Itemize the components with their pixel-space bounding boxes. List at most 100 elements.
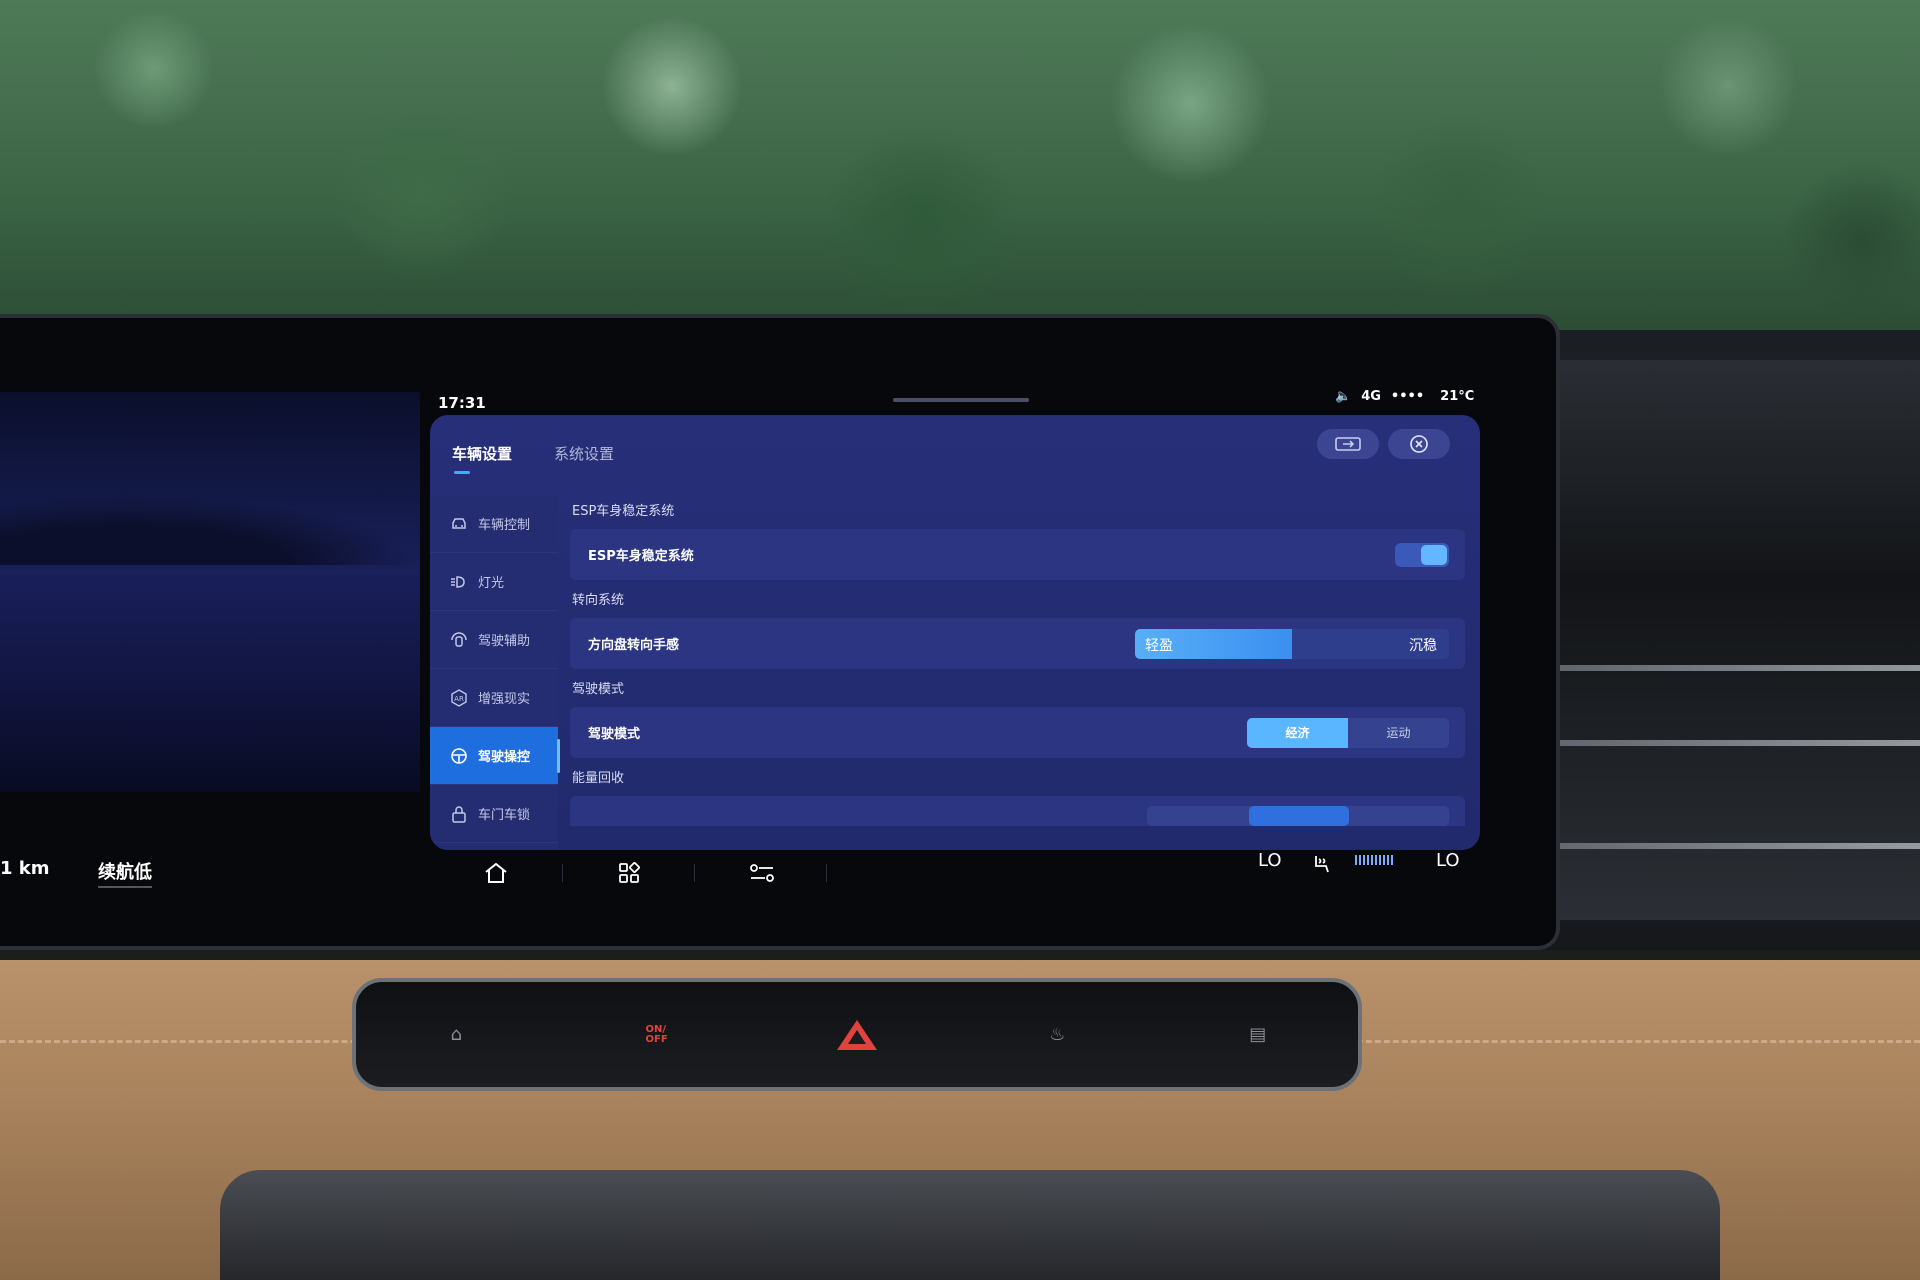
fan-bar — [1391, 855, 1393, 865]
engine-on-off-label: ON/ OFF — [645, 1023, 668, 1045]
screen-switch-button[interactable] — [1317, 429, 1379, 459]
settings-list-icon — [750, 864, 774, 882]
steering-wheel-icon — [450, 747, 468, 765]
driving-assist-icon — [450, 631, 468, 649]
status-time: 17:31 — [438, 394, 486, 412]
vent-slat — [1555, 740, 1920, 746]
tab-system-settings[interactable]: 系统设置 — [554, 443, 614, 474]
fan-bar — [1383, 855, 1385, 865]
engine-start-stop-button[interactable]: ON/ OFF — [627, 1015, 687, 1055]
sidebar-item-label: 车辆控制 — [478, 518, 531, 533]
section-title-drive-mode: 驾驶模式 — [572, 682, 625, 697]
settings-sidebar: 车辆控制 灯光 驾驶辅助 AR 增强现实 驾驶操控 车门车锁 — [430, 495, 560, 850]
energy-recovery-row — [570, 796, 1465, 826]
dock-separator — [826, 864, 827, 882]
lower-trim — [220, 1170, 1720, 1280]
fan-bar — [1367, 855, 1369, 865]
esp-row-label: ESP车身稳定系统 — [588, 549, 694, 564]
slider-right-label: 沉稳 — [1409, 637, 1437, 654]
toggle-knob — [1421, 544, 1447, 565]
lock-icon — [450, 805, 468, 823]
sidebar-item-doors-locks[interactable]: 车门车锁 — [430, 785, 558, 843]
network-type: 4G — [1361, 389, 1381, 404]
hazard-button[interactable] — [827, 1015, 887, 1055]
ar-icon: AR — [450, 688, 468, 707]
hazard-icon — [836, 1019, 877, 1050]
sidebar-item-label: 驾驶辅助 — [478, 634, 531, 649]
drive-mode-option-eco[interactable]: 经济 — [1247, 717, 1348, 748]
energy-selector-active — [1249, 806, 1349, 826]
drive-mode-row: 驾驶模式 经济 运动 — [570, 707, 1465, 758]
instrument-cluster — [0, 392, 420, 792]
settings-tabs: 车辆设置 系统设置 — [452, 443, 614, 474]
sidebar-item-augmented-reality[interactable]: AR 增强现实 — [430, 669, 558, 727]
hood-button[interactable]: ⌂ — [426, 1015, 486, 1055]
rear-defrost-button[interactable]: ▤ — [1228, 1015, 1288, 1055]
cluster-landscape — [0, 495, 420, 565]
svg-text:AR: AR — [454, 695, 464, 703]
sidebar-item-lights[interactable]: 灯光 — [430, 553, 558, 611]
slider-left-label: 轻盈 — [1145, 637, 1173, 654]
range-status: 续航低 — [98, 858, 152, 888]
close-button[interactable] — [1388, 429, 1450, 459]
section-title-energy: 能量回收 — [572, 771, 625, 786]
fan-bar — [1375, 855, 1377, 865]
screen-switch-icon — [1335, 437, 1361, 451]
apps-icon — [619, 862, 640, 883]
sidebar-item-driving-control[interactable]: 驾驶操控 — [430, 727, 560, 785]
close-icon — [1410, 435, 1428, 453]
home-icon — [485, 862, 507, 883]
headlight-icon — [450, 573, 468, 591]
dock-separator — [694, 864, 695, 882]
sidebar-item-vehicle-control[interactable]: 车辆控制 — [430, 495, 558, 553]
volume-icon: 🔈 — [1335, 389, 1352, 404]
settings-content: ESP车身稳定系统 ESP车身稳定系统 转向系统 方向盘转向手感 轻盈 沉稳 驾… — [570, 495, 1465, 826]
dock-apps-button[interactable] — [609, 858, 649, 888]
drive-mode-selector: 经济 运动 — [1247, 717, 1449, 748]
drive-mode-label: 驾驶模式 — [588, 727, 641, 742]
hardware-button-bar: ⌂ ON/ OFF ♨ ▤ — [352, 978, 1362, 1091]
fan-bar — [1355, 855, 1357, 865]
vent-slat — [1555, 843, 1920, 849]
vent-slat — [1555, 665, 1920, 671]
signal-strength: •••• — [1390, 389, 1425, 404]
driver-temp[interactable]: LO — [1258, 850, 1282, 871]
rear-defrost-icon: ▤ — [1249, 1024, 1267, 1045]
steering-feel-label: 方向盘转向手感 — [588, 638, 680, 653]
pull-down-handle[interactable] — [893, 398, 1029, 402]
esp-toggle[interactable] — [1395, 542, 1449, 567]
fan-bar — [1371, 855, 1373, 865]
fan-bar — [1359, 855, 1361, 865]
status-bar-right: 🔈 4G •••• 21°C — [1335, 389, 1474, 404]
dock-home-button[interactable] — [476, 858, 516, 888]
fan-bar — [1363, 855, 1365, 865]
front-defrost-button[interactable]: ♨ — [1027, 1015, 1087, 1055]
settings-panel: 车辆设置 系统设置 车辆控制 灯光 驾驶辅助 AR 增强现实 驾驶操控 车门车锁… — [430, 415, 1480, 850]
hood-icon: ⌂ — [450, 1024, 462, 1045]
seat-icon — [1315, 856, 1329, 873]
drive-mode-option-sport[interactable]: 运动 — [1348, 718, 1449, 748]
sidebar-item-label: 驾驶操控 — [478, 750, 531, 765]
air-vent — [1555, 360, 1920, 920]
sidebar-item-label: 灯光 — [478, 576, 505, 591]
section-title-esp: ESP车身稳定系统 — [572, 504, 675, 519]
range-readout: 1 km — [0, 858, 50, 879]
tab-vehicle-settings[interactable]: 车辆设置 — [452, 443, 512, 474]
fan-speed-indicator[interactable] — [1355, 855, 1393, 865]
outside-temperature: 21°C — [1440, 389, 1475, 404]
steering-feel-slider[interactable]: 轻盈 沉稳 — [1135, 628, 1449, 659]
seat-heat-button[interactable] — [1302, 850, 1342, 880]
fan-bar — [1387, 855, 1389, 865]
fan-bar — [1379, 855, 1381, 865]
front-defrost-icon: ♨ — [1049, 1024, 1066, 1045]
dock-settings-button[interactable] — [742, 858, 782, 888]
dock-separator — [562, 864, 563, 882]
esp-row: ESP车身稳定系统 — [570, 529, 1465, 580]
sidebar-item-driving-assist[interactable]: 驾驶辅助 — [430, 611, 558, 669]
sidebar-item-label: 车门车锁 — [478, 808, 531, 823]
steering-feel-row: 方向盘转向手感 轻盈 沉稳 — [570, 618, 1465, 669]
section-title-steering: 转向系统 — [572, 593, 625, 608]
sidebar-item-label: 增强现实 — [478, 692, 531, 707]
passenger-temp[interactable]: LO — [1436, 850, 1460, 871]
background-hedge — [0, 0, 1920, 345]
